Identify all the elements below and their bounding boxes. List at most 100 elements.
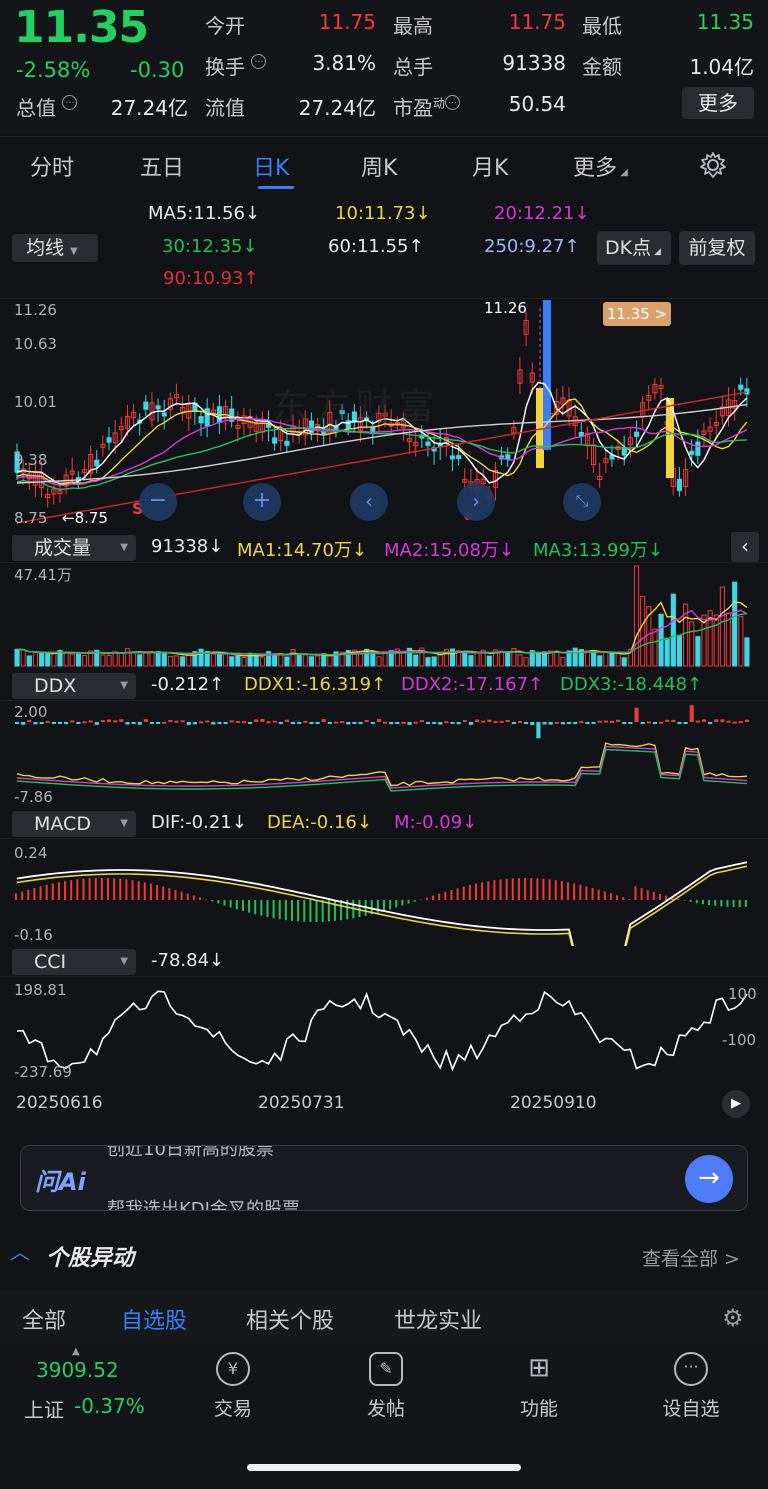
ddx-bar (407, 722, 412, 725)
macd-selector[interactable]: MACD ▼ (12, 811, 136, 837)
ddx-bar (671, 719, 676, 722)
post-button[interactable]: ✎ 发帖 (336, 1352, 436, 1421)
trade-button[interactable]: ¥ 交易 (183, 1352, 283, 1421)
index-name[interactable]: 上证 (24, 1394, 64, 1423)
date-axis-label: 20250616 (16, 1093, 103, 1113)
candle (738, 384, 744, 390)
open-label: 今开 (205, 14, 245, 38)
ddx-bar (395, 722, 400, 724)
ddx-bar (162, 721, 167, 724)
ddx-bar (738, 721, 743, 724)
ddx-bar (321, 719, 326, 722)
ddx-bar (634, 707, 639, 722)
index-value[interactable]: 3909.52 (36, 1358, 119, 1382)
market-cap-label[interactable]: 总值 … (16, 92, 78, 121)
volume-bar (223, 653, 229, 667)
ai-assistant-bar[interactable]: 问Ai 创近10日新高的股票 帮我选出KDJ金叉的股票 → (20, 1145, 748, 1211)
cci-line (16, 990, 748, 1072)
volume-bar (51, 652, 57, 667)
ddx-bar (88, 720, 93, 723)
add-watchlist-button[interactable]: ··· 设自选 (641, 1352, 741, 1421)
tab-watchlist[interactable]: 自选股 (121, 1303, 187, 1335)
collapse-panel-button[interactable]: ‹ (731, 532, 759, 562)
volume-chart (0, 562, 768, 667)
tab-all[interactable]: 全部 (22, 1303, 66, 1335)
ddx-value: -0.212↑ (151, 674, 225, 695)
settings-gear-icon[interactable]: ⚙ (722, 1304, 744, 1332)
low-value: 11.35 (696, 10, 754, 34)
info-icon[interactable]: … (251, 54, 267, 69)
ma90-legend: 90:10.93↑ (163, 268, 259, 289)
index-change[interactable]: -0.37% (74, 1394, 145, 1418)
cci-selector[interactable]: CCI ▼ (12, 949, 136, 975)
scroll-left-button[interactable]: ‹ (350, 483, 388, 521)
adjust-price-button[interactable]: 前复权 (679, 231, 755, 265)
ddx-bar (235, 720, 240, 723)
volume-bar (69, 653, 75, 667)
zoom-in-button[interactable]: + (243, 483, 281, 521)
dk-point-button[interactable]: DK点 ◢ (597, 231, 671, 265)
macd-axis-label: -0.16 (14, 926, 53, 944)
arrow-right-icon[interactable]: → (685, 1155, 733, 1203)
ddx-bar (603, 720, 608, 723)
ma-selector[interactable]: 均线 ▼ (12, 234, 98, 262)
ddx-bar (315, 722, 320, 724)
tab-monthly-k[interactable]: 月K (472, 150, 508, 182)
ddx-bar (309, 722, 314, 724)
ma5-legend: MA5:11.56↓ (148, 203, 260, 224)
volume-bar (81, 655, 88, 667)
tab-more[interactable]: 更多 ◢ (573, 150, 628, 182)
ddx-bar (701, 719, 707, 722)
ai-suggestion[interactable]: 帮我选出KDJ金叉的股票 (107, 1195, 300, 1210)
tab-intraday[interactable]: 分时 (30, 150, 74, 182)
ddx-bar (530, 722, 535, 725)
ddx-bar (370, 722, 375, 724)
list-tabs: 全部 自选股 相关个股 世龙实业 ⚙ (0, 1290, 768, 1344)
macd-indicator-bar: MACD ▼ DIF:-0.21↓ DEA:-0.16↓ M:-0.09↓ (0, 810, 768, 838)
change-percent: -2.58% (16, 58, 91, 82)
volume-bar (131, 651, 137, 667)
ddx-bar (291, 722, 296, 725)
volume-bar (290, 649, 296, 667)
ai-logo: 问Ai (35, 1168, 86, 1196)
ddx-bar (376, 719, 381, 722)
volume-label: 总手 (393, 55, 433, 79)
chevron-up-icon[interactable]: ︿ (10, 1236, 30, 1265)
tab-five-day[interactable]: 五日 (140, 150, 184, 182)
ddx-bar (683, 722, 688, 724)
ddx-selector[interactable]: DDX ▼ (12, 673, 136, 699)
volume-bar (597, 655, 603, 667)
ddx-bar (708, 722, 713, 724)
volume-bar (400, 651, 407, 667)
ddx-bar (425, 722, 431, 724)
volume-bar (173, 655, 180, 667)
more-button[interactable]: 更多 (682, 87, 754, 119)
volume-bar (584, 650, 591, 667)
ddx-bar (499, 720, 504, 723)
info-icon[interactable]: … (445, 95, 461, 110)
ma30-legend: 30:12.35↓ (162, 236, 258, 257)
scroll-right-button[interactable]: › (457, 483, 495, 521)
pe-label[interactable]: 市盈动… (393, 92, 461, 121)
volume-bar (241, 656, 247, 667)
play-icon[interactable]: ▶ (722, 1090, 750, 1118)
functions-button[interactable]: ⊞ 功能 (489, 1352, 589, 1421)
tab-related-stocks[interactable]: 相关个股 (246, 1303, 334, 1335)
volume-bar (652, 628, 658, 667)
ddx-bar (744, 719, 749, 722)
candle (505, 454, 511, 460)
tab-daily-k[interactable]: 日K (253, 150, 289, 182)
zoom-out-button[interactable]: − (139, 483, 177, 521)
fullscreen-icon[interactable]: ⤡ (563, 483, 601, 521)
ai-suggestion[interactable]: 创近10日新高的股票 (107, 1146, 274, 1161)
volume-bar (186, 654, 192, 667)
view-all-link[interactable]: 查看全部 > (642, 1244, 740, 1271)
turnover-label[interactable]: 换手 … (205, 51, 267, 80)
settings-gear-icon[interactable] (698, 150, 728, 180)
tab-weekly-k[interactable]: 周K (361, 150, 397, 182)
ddx-bar (505, 719, 510, 722)
candle (633, 431, 640, 437)
info-icon[interactable]: … (62, 95, 78, 110)
tab-stock-name[interactable]: 世龙实业 (394, 1303, 482, 1335)
volume-selector[interactable]: 成交量 ▼ (12, 535, 136, 561)
